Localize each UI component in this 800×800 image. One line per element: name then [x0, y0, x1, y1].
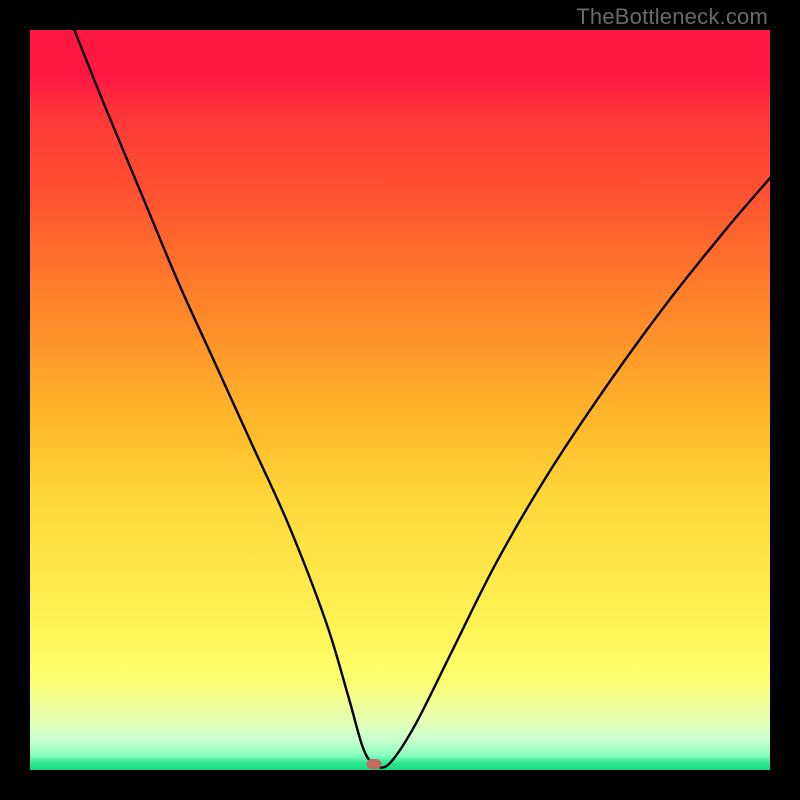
bottleneck-curve: [30, 30, 770, 770]
watermark-text: TheBottleneck.com: [576, 4, 768, 30]
chart-frame: TheBottleneck.com: [0, 0, 800, 800]
optimal-marker: [367, 759, 382, 769]
plot-area: [30, 30, 770, 770]
